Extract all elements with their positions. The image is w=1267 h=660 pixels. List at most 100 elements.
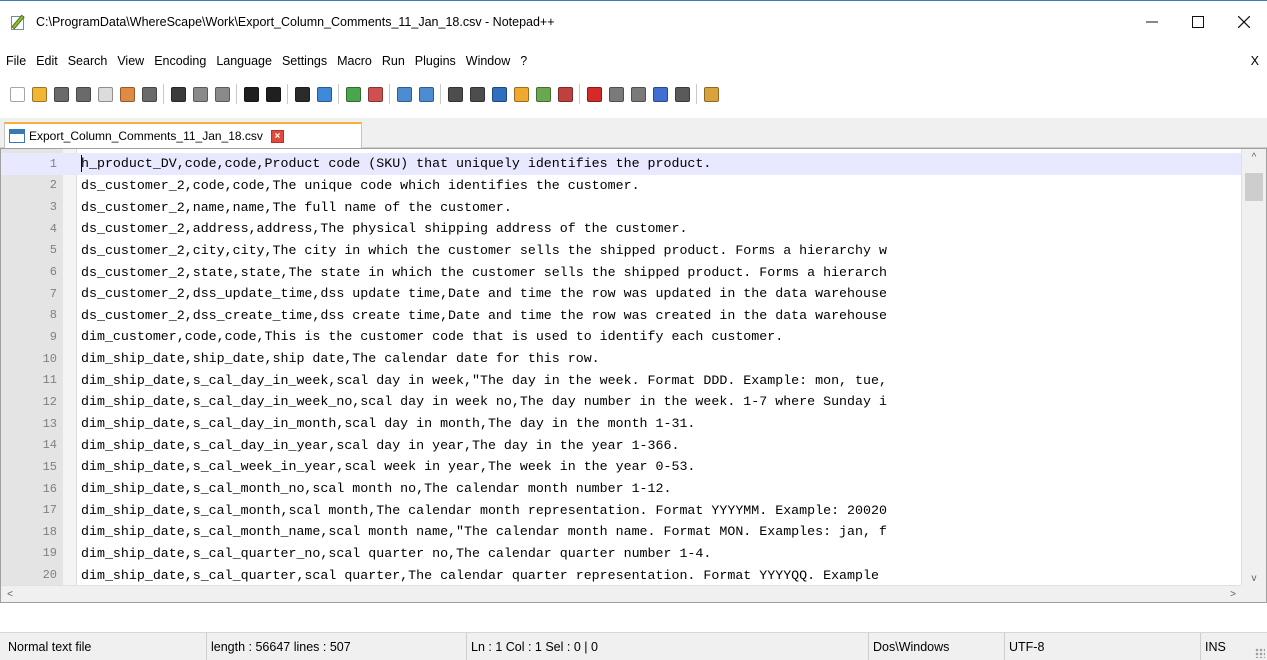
editor-line[interactable]: 12 dim_ship_date,s_cal_day_in_week_no,sca… xyxy=(1,391,1241,413)
close-all-button[interactable] xyxy=(116,83,138,105)
tab-close-icon[interactable]: × xyxy=(270,129,284,143)
line-text[interactable]: ds_customer_2,city,city,The city in whic… xyxy=(81,243,1241,258)
line-text[interactable]: ds_customer_2,dss_update_time,dss update… xyxy=(81,286,1241,301)
status-eol-format[interactable]: Dos\Windows xyxy=(868,633,1002,660)
zoom-in-button[interactable] xyxy=(342,83,364,105)
line-text[interactable]: ds_customer_2,name,name,The full name of… xyxy=(81,200,1241,215)
indent-guide-button[interactable] xyxy=(488,83,510,105)
editor-line[interactable]: 7 ds_customer_2,dss_update_time,dss updat… xyxy=(1,283,1241,305)
new-file-button[interactable] xyxy=(6,83,28,105)
menu-view[interactable]: View xyxy=(112,50,149,72)
stop-macro-button[interactable] xyxy=(605,83,627,105)
line-text[interactable]: dim_ship_date,s_cal_day_in_week_no,scal … xyxy=(81,394,1241,409)
menu-encoding[interactable]: Encoding xyxy=(149,50,211,72)
menu-run[interactable]: Run xyxy=(377,50,410,72)
vertical-scroll-thumb[interactable] xyxy=(1245,173,1263,201)
find-button[interactable] xyxy=(291,83,313,105)
menu-help[interactable]: ? xyxy=(515,50,532,72)
line-text[interactable]: dim_ship_date,s_cal_week_in_year,scal we… xyxy=(81,459,1241,474)
undo-button[interactable] xyxy=(240,83,262,105)
close-file-button[interactable] xyxy=(94,83,116,105)
show-all-chars-button[interactable] xyxy=(466,83,488,105)
editor-line[interactable]: 17 dim_ship_date,s_cal_month,scal month,T… xyxy=(1,499,1241,521)
menu-plugins[interactable]: Plugins xyxy=(410,50,461,72)
line-text[interactable]: ds_customer_2,state,state,The state in w… xyxy=(81,265,1241,280)
editor-line[interactable]: 2 ds_customer_2,code,code,The unique code… xyxy=(1,175,1241,197)
menu-edit[interactable]: Edit xyxy=(31,50,63,72)
editor-line[interactable]: 13 dim_ship_date,s_cal_day_in_month,scal … xyxy=(1,413,1241,435)
minimize-button[interactable] xyxy=(1129,1,1175,42)
play-macro-button[interactable] xyxy=(627,83,649,105)
editor-line[interactable]: 1 h_product_DV,code,code,Product code (SK… xyxy=(1,153,1241,175)
tab-export-column-comments[interactable]: Export_Column_Comments_11_Jan_18.csv × xyxy=(4,122,362,148)
replace-button[interactable] xyxy=(313,83,335,105)
doc-map-button[interactable] xyxy=(510,83,532,105)
horizontal-scrollbar[interactable]: < > xyxy=(1,585,1242,602)
function-list-button[interactable] xyxy=(532,83,554,105)
editor-line[interactable]: 15 dim_ship_date,s_cal_week_in_year,scal … xyxy=(1,456,1241,478)
run-macro-multiple-button[interactable] xyxy=(649,83,671,105)
record-macro-button[interactable] xyxy=(583,83,605,105)
word-wrap-button[interactable] xyxy=(444,83,466,105)
editor-line[interactable]: 14 dim_ship_date,s_cal_day_in_year,scal d… xyxy=(1,434,1241,456)
maximize-button[interactable] xyxy=(1175,1,1221,42)
scroll-left-icon[interactable]: < xyxy=(1,586,19,602)
text-area[interactable]: 1 h_product_DV,code,code,Product code (SK… xyxy=(1,149,1241,602)
editor-line[interactable]: 5 ds_customer_2,city,city,The city in whi… xyxy=(1,240,1241,262)
save-macro-button[interactable] xyxy=(671,83,693,105)
scroll-up-icon[interactable]: ^ xyxy=(1242,149,1266,166)
zoom-out-button[interactable] xyxy=(364,83,386,105)
line-text[interactable]: dim_ship_date,s_cal_month,scal month,The… xyxy=(81,503,1241,518)
editor-line[interactable]: 8 ds_customer_2,dss_create_time,dss creat… xyxy=(1,305,1241,327)
editor-line[interactable]: 6 ds_customer_2,state,state,The state in … xyxy=(1,261,1241,283)
close-document-button[interactable]: X xyxy=(1251,50,1259,72)
line-text[interactable]: dim_ship_date,s_cal_quarter,scal quarter… xyxy=(81,568,1241,583)
save-all-button[interactable] xyxy=(72,83,94,105)
menu-macro[interactable]: Macro xyxy=(332,50,377,72)
print-button[interactable] xyxy=(138,83,160,105)
line-text[interactable]: dim_ship_date,s_cal_quarter_no,scal quar… xyxy=(81,546,1241,561)
folder-as-workspace-button[interactable] xyxy=(554,83,576,105)
line-text[interactable]: dim_ship_date,s_cal_day_in_year,scal day… xyxy=(81,438,1241,453)
paste-button[interactable] xyxy=(211,83,233,105)
editor-line[interactable]: 3 ds_customer_2,name,name,The full name o… xyxy=(1,196,1241,218)
line-text[interactable]: dim_ship_date,s_cal_day_in_week,scal day… xyxy=(81,373,1241,388)
vertical-scrollbar[interactable]: ^ v xyxy=(1241,149,1266,587)
menu-file[interactable]: File xyxy=(0,50,31,72)
line-text[interactable]: dim_ship_date,s_cal_day_in_month,scal da… xyxy=(81,416,1241,431)
line-text[interactable]: h_product_DV,code,code,Product code (SKU… xyxy=(81,156,1241,171)
sync-horizontal-button[interactable] xyxy=(415,83,437,105)
line-text[interactable]: dim_ship_date,s_cal_month_no,scal month … xyxy=(81,481,1241,496)
menu-language[interactable]: Language xyxy=(211,50,277,72)
plugin-button[interactable] xyxy=(700,83,722,105)
editor-line[interactable]: 9 dim_customer,code,code,This is the cust… xyxy=(1,326,1241,348)
copy-button[interactable] xyxy=(189,83,211,105)
menu-window[interactable]: Window xyxy=(461,50,515,72)
close-button[interactable] xyxy=(1221,1,1267,42)
save-button[interactable] xyxy=(50,83,72,105)
sync-vertical-button[interactable] xyxy=(393,83,415,105)
line-text[interactable]: dim_customer,code,code,This is the custo… xyxy=(81,329,1241,344)
editor-line[interactable]: 18 dim_ship_date,s_cal_month_name,scal mo… xyxy=(1,521,1241,543)
redo-button[interactable] xyxy=(262,83,284,105)
editor-line[interactable]: 20 dim_ship_date,s_cal_quarter,scal quart… xyxy=(1,564,1241,586)
editor[interactable]: 1 h_product_DV,code,code,Product code (SK… xyxy=(0,148,1267,603)
line-text[interactable]: dim_ship_date,ship_date,ship date,The ca… xyxy=(81,351,1241,366)
line-text[interactable]: ds_customer_2,address,address,The physic… xyxy=(81,221,1241,236)
status-encoding[interactable]: UTF-8 xyxy=(1004,633,1198,660)
open-file-button[interactable] xyxy=(28,83,50,105)
editor-line[interactable]: 10 dim_ship_date,ship_date,ship date,The … xyxy=(1,348,1241,370)
resize-grip[interactable] xyxy=(1255,648,1265,658)
line-text[interactable]: dim_ship_date,s_cal_month_name,scal mont… xyxy=(81,524,1241,539)
editor-line[interactable]: 16 dim_ship_date,s_cal_month_no,scal mont… xyxy=(1,478,1241,500)
editor-line[interactable]: 11 dim_ship_date,s_cal_day_in_week,scal d… xyxy=(1,370,1241,392)
line-text[interactable]: ds_customer_2,code,code,The unique code … xyxy=(81,178,1241,193)
cut-button[interactable] xyxy=(167,83,189,105)
status-insert-mode[interactable]: INS xyxy=(1200,633,1250,660)
scroll-right-icon[interactable]: > xyxy=(1224,586,1242,602)
editor-line[interactable]: 4 ds_customer_2,address,address,The physi… xyxy=(1,218,1241,240)
menu-settings[interactable]: Settings xyxy=(277,50,332,72)
editor-line[interactable]: 19 dim_ship_date,s_cal_quarter_no,scal qu… xyxy=(1,543,1241,565)
menu-search[interactable]: Search xyxy=(63,50,113,72)
line-text[interactable]: ds_customer_2,dss_create_time,dss create… xyxy=(81,308,1241,323)
